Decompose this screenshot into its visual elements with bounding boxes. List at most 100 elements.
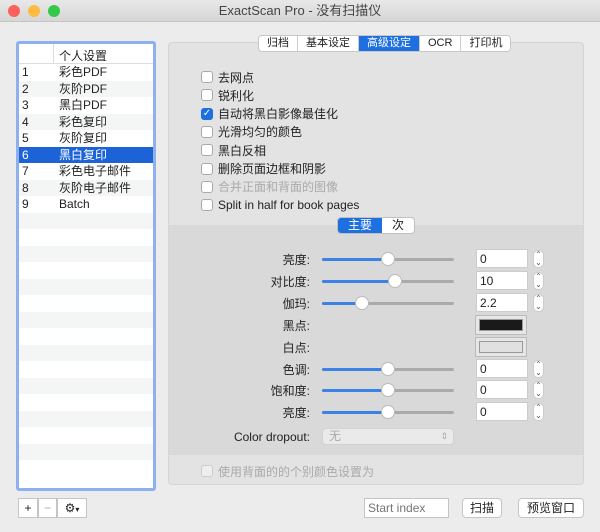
brightness-label: 亮度: (282, 253, 310, 267)
window-title: ExactScan Pro - 没有扫描仪 (218, 3, 382, 18)
empty-row (19, 229, 153, 246)
slider-knob[interactable] (387, 273, 402, 288)
checkbox-box (201, 144, 213, 157)
chevron-updown-icon: ⇕ (440, 431, 448, 441)
segment-main[interactable]: 主要 (338, 218, 383, 233)
preview-button[interactable]: 预览窗口 (518, 498, 584, 518)
saturation-slider[interactable] (322, 383, 454, 398)
slider-knob[interactable] (381, 361, 395, 376)
list-item[interactable]: 7 彩色电子邮件 (19, 163, 153, 180)
zoom-button[interactable] (48, 5, 60, 17)
chevron-down-icon: ▾ (75, 505, 80, 514)
empty-row (19, 377, 153, 394)
color-dropout-label: Color dropout: (233, 430, 310, 444)
add-button[interactable]: + (18, 498, 38, 518)
option-checkbox[interactable]: 光滑均匀的颜色 (201, 124, 302, 140)
option-checkbox[interactable]: 合并正面和背面的图像 (201, 179, 338, 195)
back-side-checkbox[interactable]: 使用背面的的个别颜色设置为 (201, 463, 374, 479)
hue-stepper[interactable]: ⌃ ⌄ (533, 359, 544, 378)
black_point-color-well[interactable] (475, 314, 527, 335)
option-checkbox[interactable]: ✓ 自动将黑白影像最佳化 (201, 106, 338, 122)
gamma-slider[interactable] (322, 295, 454, 310)
empty-row (19, 311, 153, 328)
lightness-slider[interactable] (322, 405, 454, 420)
option-checkbox[interactable]: 黑白反相 (201, 142, 266, 158)
option-checkbox[interactable]: 去网点 (201, 69, 254, 85)
gear-menu-button[interactable]: ⚙▾ (57, 498, 87, 518)
gamma-input[interactable]: 2.2 (476, 292, 528, 312)
empty-row (19, 460, 153, 477)
option-label: Split in half for book pages (218, 198, 360, 213)
brightness-stepper[interactable]: ⌃ ⌄ (533, 250, 544, 268)
item-label: 彩色电子邮件 (59, 164, 132, 178)
tab-3[interactable]: OCR (420, 36, 462, 51)
brightness-input[interactable]: 0 (476, 249, 528, 268)
empty-row (19, 394, 153, 411)
tab-1[interactable]: 基本设定 (298, 36, 359, 51)
color-dropout-select[interactable]: 无 ⇕ (322, 428, 454, 445)
black_point-label: 黑点: (282, 318, 310, 333)
scan-button[interactable]: 扫描 (462, 498, 502, 518)
close-button[interactable] (8, 5, 20, 17)
list-item[interactable]: 1 彩色PDF (19, 64, 153, 81)
profile-list[interactable]: 个人设置 1 彩色PDF 2 灰阶PDF 3 黑白PDF 4 彩色复印 5 灰阶复印 6 黑白复印 7 彩… (16, 41, 156, 491)
list-header-label: 个人设置 (59, 49, 108, 63)
start-index-input[interactable] (364, 498, 449, 518)
empty-row (19, 278, 153, 295)
empty-row (19, 245, 153, 262)
item-label: 灰阶复印 (59, 131, 108, 145)
checkbox-box (201, 71, 213, 83)
slider-knob[interactable] (381, 252, 395, 266)
minimize-button[interactable] (28, 5, 40, 17)
option-checkbox[interactable]: 删除页面边框和阴影 (201, 161, 326, 177)
list-item[interactable]: 8 灰阶电子邮件 (19, 179, 153, 196)
option-label: 自动将黑白影像最佳化 (218, 107, 339, 122)
item-number: 6 (22, 147, 29, 162)
hue-input[interactable]: 0 (476, 358, 528, 378)
segment-control: 主要 次 (337, 217, 416, 234)
option-checkbox[interactable]: Split in half for book pages (201, 197, 359, 213)
option-checkbox[interactable]: 锐利化 (201, 87, 254, 103)
saturation-stepper[interactable]: ⌃ ⌄ (533, 381, 544, 400)
list-item[interactable]: 9 Batch (19, 196, 153, 213)
list-item[interactable]: 3 黑白PDF (19, 97, 153, 114)
tab-bar: 归档 基本设定 高级设定 OCR 打印机 (258, 35, 512, 52)
empty-row (19, 212, 153, 229)
tab-2[interactable]: 高级设定 (359, 36, 420, 51)
segment-secondary[interactable]: 次 (382, 218, 414, 233)
empty-row (19, 344, 153, 361)
list-item[interactable]: 5 灰阶复印 (19, 130, 153, 147)
checkbox-box (201, 125, 213, 138)
empty-row (19, 427, 153, 444)
hue-slider[interactable] (322, 361, 454, 376)
item-label: 彩色PDF (59, 65, 108, 79)
contrast-input[interactable]: 10 (476, 270, 528, 290)
item-label: 灰阶电子邮件 (59, 180, 132, 195)
tab-0[interactable]: 归档 (259, 36, 298, 51)
gamma-label: 伽玛: (282, 296, 310, 311)
option-label: 删除页面边框和阴影 (218, 162, 327, 176)
item-number: 5 (22, 131, 29, 145)
remove-button[interactable]: − (38, 498, 57, 518)
list-item[interactable]: 6 黑白复印 (19, 146, 153, 163)
contrast-stepper[interactable]: ⌃ ⌄ (533, 271, 544, 290)
item-number: 8 (22, 180, 29, 195)
lightness-input[interactable]: 0 (476, 402, 528, 422)
item-label: 黑白PDF (59, 98, 108, 112)
item-number: 3 (22, 98, 29, 112)
contrast-slider[interactable] (322, 273, 454, 288)
tab-4[interactable]: 打印机 (461, 36, 510, 51)
list-item[interactable]: 4 彩色复印 (19, 113, 153, 130)
saturation-input[interactable]: 0 (476, 380, 528, 400)
color-dropout-value: 无 (329, 429, 342, 443)
option-label: 合并正面和背面的图像 (218, 180, 339, 195)
white_point-color-well[interactable] (475, 336, 527, 357)
gamma-stepper[interactable]: ⌃ ⌄ (533, 293, 544, 312)
lightness-stepper[interactable]: ⌃ ⌄ (533, 403, 544, 422)
slider-knob[interactable] (354, 295, 369, 310)
list-item[interactable]: 2 灰阶PDF (19, 80, 153, 97)
brightness-slider[interactable] (322, 252, 454, 266)
item-number: 2 (22, 81, 29, 96)
checkbox-box: ✓ (201, 107, 213, 120)
item-number: 1 (22, 65, 29, 79)
